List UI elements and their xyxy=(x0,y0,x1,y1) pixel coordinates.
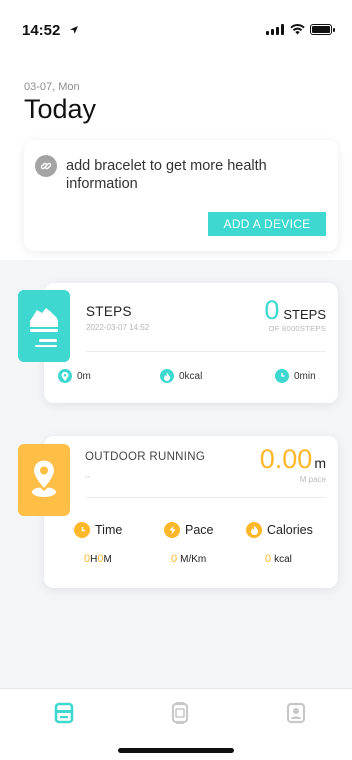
pace-number: 0 xyxy=(171,553,178,565)
lightning-icon xyxy=(164,522,180,538)
home-indicator[interactable] xyxy=(118,748,234,753)
device-tab-icon[interactable] xyxy=(166,699,194,727)
location-arrow-icon xyxy=(69,24,79,38)
calories-number: 0 xyxy=(265,553,272,565)
calorie-value: 0kcal xyxy=(179,370,203,382)
status-time-text: 14:52 xyxy=(22,22,61,39)
battery-icon xyxy=(310,24,335,35)
wifi-icon xyxy=(290,24,305,35)
time-value: 0 H 0 M xyxy=(84,553,112,565)
location-pin-icon xyxy=(58,369,72,383)
run-distance-value: 0.00 xyxy=(259,444,313,474)
add-device-button[interactable]: ADD A DEVICE xyxy=(208,212,326,236)
signal-icon xyxy=(266,24,284,35)
calories-unit: kcal xyxy=(274,554,292,565)
sneaker-icon xyxy=(18,290,70,362)
steps-card[interactable]: STEPS 2022-03-07 14:52 0 STEPS OF 8000ST… xyxy=(44,283,338,403)
run-title: OUTDOOR RUNNING xyxy=(85,451,206,463)
date-label: 03-07, Mon xyxy=(24,81,80,93)
steps-value-group: 0 STEPS xyxy=(264,295,326,326)
duration-value: 0min xyxy=(294,370,316,382)
flame-icon xyxy=(246,522,262,538)
steps-goal: OF 8000STEPS xyxy=(268,324,326,333)
flame-icon xyxy=(160,369,174,383)
page-title: Today xyxy=(24,94,97,124)
run-distance-group: 0.00 m xyxy=(260,444,326,475)
steps-timestamp: 2022-03-07 14:52 xyxy=(86,323,150,332)
distance-metric: 0m xyxy=(58,369,91,383)
pace-unit: M/Km xyxy=(180,554,207,565)
run-value-caption: M pace xyxy=(299,475,326,484)
clock-icon xyxy=(74,522,90,538)
today-tab-icon[interactable] xyxy=(50,699,78,727)
run-distance-unit: m xyxy=(314,455,326,471)
divider xyxy=(86,497,326,498)
time-minutes-unit: M xyxy=(103,554,112,565)
steps-value: 0 xyxy=(264,295,280,325)
status-bar: 14:52 xyxy=(0,0,352,50)
outdoor-running-card[interactable]: OUTDOOR RUNNING -- 0.00 m M pace Time Pa… xyxy=(44,436,338,588)
bracelet-card: add bracelet to get more health informat… xyxy=(24,140,338,251)
calorie-metric: 0kcal xyxy=(160,369,202,383)
map-pin-icon xyxy=(18,444,70,516)
duration-metric: 0min xyxy=(275,369,316,383)
run-subtitle: -- xyxy=(85,472,91,481)
time-label: Time xyxy=(95,523,123,537)
divider xyxy=(86,351,326,352)
steps-unit: STEPS xyxy=(283,307,326,322)
bracelet-message: add bracelet to get more health informat… xyxy=(66,158,267,192)
calories-value: 0 kcal xyxy=(265,553,292,565)
link-icon xyxy=(35,155,57,177)
pace-label: Pace xyxy=(185,523,214,537)
steps-title: STEPS xyxy=(86,304,132,319)
time-hours-unit: H xyxy=(90,554,98,565)
clock-icon xyxy=(275,369,289,383)
calories-metric: Calories xyxy=(246,522,313,538)
time-metric: Time xyxy=(74,522,122,538)
profile-tab-icon[interactable] xyxy=(282,699,310,727)
pace-value: 0 M/Km xyxy=(171,553,206,565)
pace-metric: Pace xyxy=(164,522,214,538)
status-icons xyxy=(266,24,335,35)
status-time: 14:52 xyxy=(22,22,79,39)
distance-value: 0m xyxy=(77,370,91,382)
calories-label: Calories xyxy=(267,523,313,537)
